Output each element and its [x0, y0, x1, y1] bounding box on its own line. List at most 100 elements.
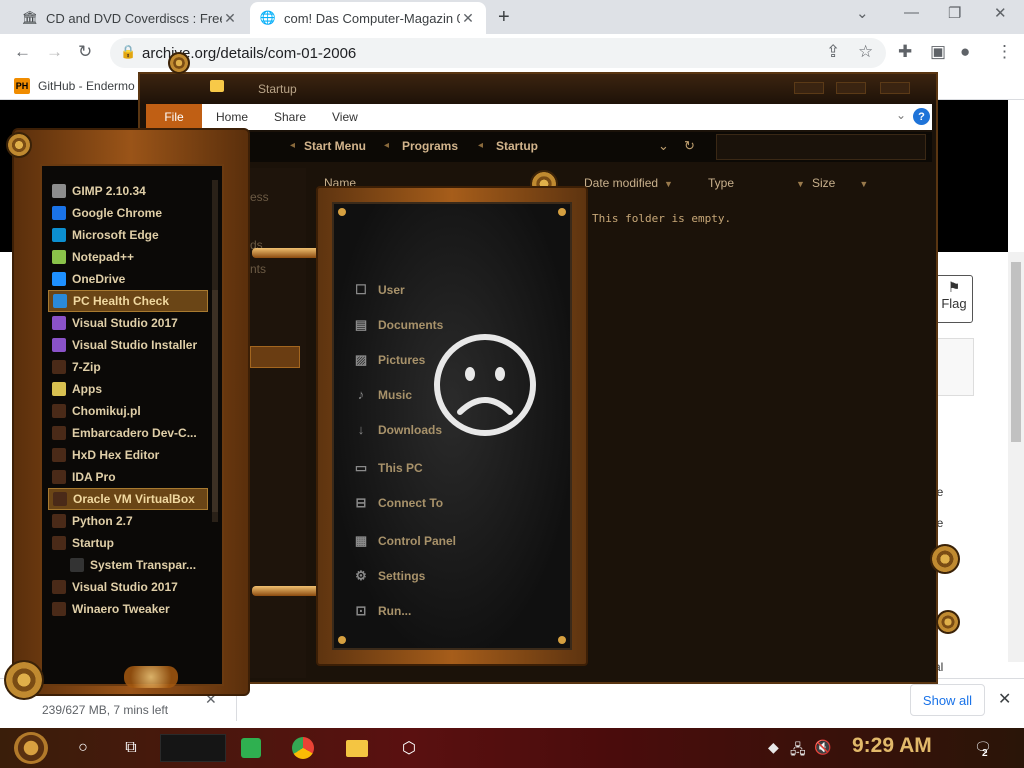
share-icon[interactable]: ⇪: [826, 42, 840, 62]
start-menu-item[interactable]: Startup: [48, 532, 208, 554]
start-menu-item-label: Chomikuj.pl: [72, 404, 141, 418]
file-tab[interactable]: File: [146, 104, 202, 130]
chevron-down-icon[interactable]: ⌄: [896, 108, 906, 122]
new-tab-button[interactable]: +: [498, 6, 510, 29]
start-menu-item[interactable]: IDA Pro: [48, 466, 208, 488]
chevron-down-icon: ▼: [664, 179, 673, 189]
forward-icon[interactable]: →: [46, 42, 63, 62]
close-window-button[interactable]: ✕: [994, 4, 1007, 22]
lock-icon: 🔒: [120, 44, 137, 59]
rivet: [558, 208, 566, 216]
nav-item[interactable]: ess: [250, 190, 269, 204]
minimize-button[interactable]: —: [904, 4, 919, 21]
start-menu-item[interactable]: Microsoft Edge: [48, 224, 208, 246]
side-panel-icon[interactable]: ▣: [930, 42, 946, 62]
search-input[interactable]: [716, 134, 926, 160]
virtualbox-icon[interactable]: ⬡: [396, 735, 422, 761]
nav-item[interactable]: nts: [250, 262, 266, 276]
start-menu-item-label: GIMP 2.10.34: [72, 184, 146, 198]
start-menu-item[interactable]: Python 2.7: [48, 510, 208, 532]
place-item-pictures[interactable]: ▨ Pictures: [352, 352, 426, 368]
flag-button[interactable]: ⚑ Flag: [935, 275, 973, 323]
column-size[interactable]: Size ▼: [812, 176, 868, 196]
maximize-button[interactable]: [836, 82, 866, 94]
place-item-run[interactable]: ⊡ Run...: [352, 603, 412, 619]
reload-icon[interactable]: ↻: [78, 42, 92, 62]
start-menu-item[interactable]: Embarcadero Dev-C...: [48, 422, 208, 444]
taskbar-app-slot[interactable]: [160, 734, 226, 762]
close-download-bar-icon[interactable]: ✕: [998, 689, 1011, 709]
scrollbar-thumb[interactable]: [1011, 262, 1021, 442]
nav-selected-item[interactable]: [250, 346, 300, 368]
profile-icon[interactable]: ●: [960, 42, 970, 62]
clock[interactable]: 9:29 AM: [852, 734, 932, 758]
tab-com-magazin[interactable]: 🌐 com! Das Computer-Magazin 01 ✕: [250, 2, 486, 34]
column-date-modified[interactable]: Date modified ▼: [584, 176, 673, 196]
extensions-icon[interactable]: ✚: [898, 42, 912, 62]
start-menu-item[interactable]: Visual Studio 2017: [48, 312, 208, 334]
column-type[interactable]: Type ▼: [708, 176, 805, 196]
search-icon[interactable]: ○: [70, 735, 96, 761]
start-menu-item[interactable]: Winaero Tweaker: [48, 598, 208, 620]
start-menu-item[interactable]: Visual Studio Installer: [48, 334, 208, 356]
start-menu-item[interactable]: Apps: [48, 378, 208, 400]
breadcrumb-programs[interactable]: Programs: [402, 139, 458, 153]
restore-button[interactable]: ❐: [948, 4, 961, 22]
start-menu-item[interactable]: PC Health Check: [48, 290, 208, 312]
start-menu-item[interactable]: Chomikuj.pl: [48, 400, 208, 422]
tab-share[interactable]: Share: [274, 110, 306, 124]
tab-home[interactable]: Home: [216, 110, 248, 124]
chevron-down-icon[interactable]: ⌄: [658, 138, 669, 154]
place-item-downloads[interactable]: ↓ Downloads: [352, 422, 442, 437]
page-scrollbar[interactable]: [1008, 252, 1024, 662]
start-menu-item-label: Apps: [72, 382, 102, 396]
download-status: 239/627 MB, 7 mins left: [42, 703, 169, 717]
breadcrumb-start-menu[interactable]: Start Menu: [304, 139, 366, 153]
start-menu-item[interactable]: HxD Hex Editor: [48, 444, 208, 466]
bookmark-star-icon[interactable]: ☆: [858, 42, 873, 62]
close-tab-icon[interactable]: ✕: [222, 10, 238, 27]
close-button[interactable]: [880, 82, 910, 94]
network-icon[interactable]: 🖧: [790, 739, 806, 763]
place-item-connect-to[interactable]: ⊟ Connect To: [352, 495, 444, 511]
address-breadcrumb[interactable]: ◂ Start Menu ◂ Programs ◂ Startup ⌄ ↻: [146, 132, 932, 162]
address-bar[interactable]: 🔒 archive.org/details/com-01-2006: [110, 38, 886, 68]
show-all-button[interactable]: Show all: [910, 684, 985, 716]
producthunt-icon: PH: [14, 78, 30, 94]
place-item-control-panel[interactable]: ▦ Control Panel: [352, 533, 456, 549]
start-button[interactable]: [14, 732, 48, 764]
menu-icon[interactable]: ⋮: [996, 42, 1013, 62]
volume-muted-icon[interactable]: 🔇: [814, 739, 831, 756]
start-menu-item[interactable]: Notepad++: [48, 246, 208, 268]
start-menu-item[interactable]: System Transpar...: [48, 554, 208, 576]
back-icon[interactable]: ←: [14, 42, 31, 62]
explorer-titlebar[interactable]: Startup: [140, 74, 936, 104]
tab-search-icon[interactable]: ⌄: [856, 4, 869, 22]
place-item-documents[interactable]: ▤ Documents: [352, 317, 444, 333]
place-item-user[interactable]: ☐ User: [352, 282, 405, 298]
start-menu-item[interactable]: OneDrive: [48, 268, 208, 290]
tab-coverdiscs[interactable]: 🏛 CD and DVD Coverdiscs : Free ✕: [12, 2, 248, 34]
place-item-music[interactable]: ♪ Music: [352, 387, 412, 402]
scrollbar-thumb[interactable]: [212, 290, 218, 512]
start-menu-item[interactable]: Visual Studio 2017: [48, 576, 208, 598]
file-explorer-icon[interactable]: [344, 735, 370, 761]
place-item-settings[interactable]: ⚙ Settings: [352, 568, 425, 584]
start-menu-item[interactable]: 7-Zip: [48, 356, 208, 378]
start-menu-item[interactable]: Google Chrome: [48, 202, 208, 224]
refresh-icon[interactable]: ↻: [684, 138, 695, 154]
close-tab-icon[interactable]: ✕: [460, 10, 476, 27]
tab-view[interactable]: View: [332, 110, 358, 124]
start-menu-scrollbar[interactable]: [212, 180, 218, 522]
start-menu-item[interactable]: GIMP 2.10.34: [48, 180, 208, 202]
start-menu-item[interactable]: Oracle VM VirtualBox: [48, 488, 208, 510]
task-view-icon[interactable]: ⧉: [118, 735, 144, 761]
minimize-button[interactable]: [794, 82, 824, 94]
chrome-icon[interactable]: [290, 735, 316, 761]
breadcrumb-startup[interactable]: Startup: [496, 139, 538, 153]
place-item-this-pc[interactable]: ▭ This PC: [352, 460, 423, 476]
help-icon[interactable]: ?: [913, 108, 930, 125]
bookmark-github[interactable]: PH GitHub - Endermo: [14, 78, 135, 94]
chevron-up-icon[interactable]: ◆: [768, 739, 779, 756]
sticky-notes-icon[interactable]: [238, 735, 264, 761]
